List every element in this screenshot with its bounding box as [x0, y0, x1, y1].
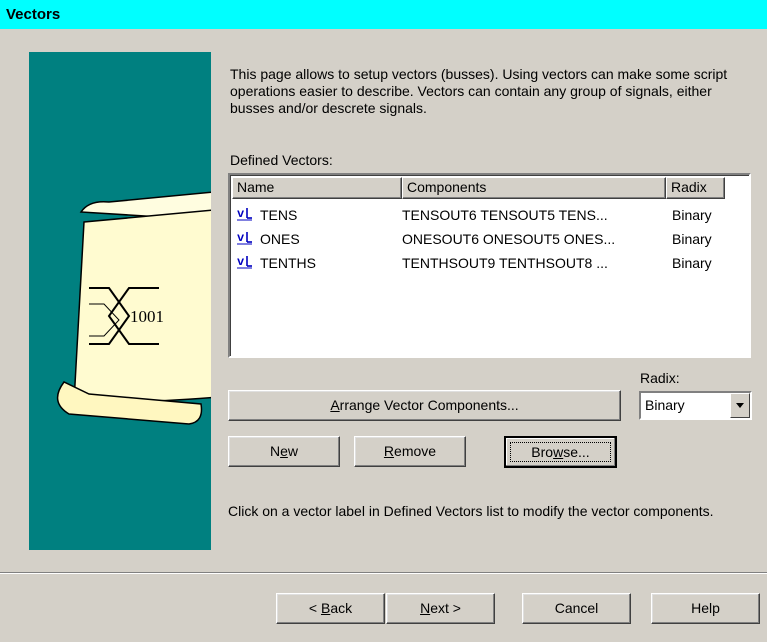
svg-text:v: v [237, 255, 244, 269]
button-label: ack [330, 600, 353, 616]
svg-text:v: v [237, 207, 244, 221]
vector-name[interactable]: TENTHS [260, 255, 316, 271]
vector-radix: Binary [672, 231, 712, 247]
separator [0, 572, 767, 574]
radix-select[interactable]: Binary [639, 391, 752, 420]
chevron-down-icon[interactable] [730, 393, 750, 418]
browse-button[interactable]: Browse... [504, 436, 617, 468]
column-header-radix[interactable]: Radix [666, 177, 725, 199]
accel-letter: N [420, 600, 431, 616]
next-button[interactable]: Next > [386, 593, 495, 624]
wizard-banner: 1001 [29, 52, 211, 550]
accel-letter: A [330, 397, 340, 413]
button-label: w [287, 443, 299, 459]
vector-name[interactable]: ONES [260, 231, 300, 247]
hint-text: Click on a vector label in Defined Vecto… [228, 503, 714, 519]
column-header-name[interactable]: Name [232, 177, 402, 199]
column-header-components[interactable]: Components [402, 177, 666, 199]
vector-icon: v [237, 231, 252, 245]
vector-components: ONESOUT6 ONESOUT5 ONES... [402, 231, 616, 247]
button-label: ext > [430, 600, 461, 616]
cancel-button[interactable]: Cancel [522, 593, 631, 624]
remove-button[interactable]: Remove [354, 436, 466, 467]
logo-text: 1001 [130, 307, 164, 326]
accel-letter: R [383, 443, 395, 459]
vector-components: TENSOUT6 TENSOUT5 TENS... [402, 207, 608, 223]
vector-icon: v [237, 207, 252, 221]
intro-text: This page allows to setup vectors (busse… [230, 66, 728, 116]
accel-letter: e [280, 443, 288, 459]
button-label: < [308, 600, 321, 616]
defined-vectors-label: Defined Vectors: [230, 152, 333, 168]
new-button[interactable]: New [228, 436, 340, 467]
vector-radix: Binary [672, 255, 712, 271]
list-header: Name Components Radix [232, 177, 751, 199]
button-label: Cancel [554, 600, 599, 616]
help-button[interactable]: Help [651, 593, 760, 624]
vector-radix: Binary [672, 207, 712, 223]
button-label: Help [691, 600, 720, 616]
back-button[interactable]: < Back [276, 593, 385, 624]
vector-components: TENTHSOUT9 TENTHSOUT8 ... [402, 255, 608, 271]
vector-icon: v [237, 255, 252, 269]
radix-label: Radix: [640, 370, 680, 386]
arrange-vector-components-button[interactable]: Arrange Vector Components... [228, 390, 621, 421]
radix-value: Binary [645, 397, 685, 413]
svg-text:v: v [237, 231, 244, 245]
table-row[interactable]: v TENTHS TENTHSOUT9 TENTHSOUT8 ... Binar… [232, 251, 747, 275]
title-bar: Vectors [0, 0, 767, 29]
focus-rect [510, 442, 611, 462]
defined-vectors-list[interactable]: Name Components Radix v TENS TENSOUT6 TE… [228, 173, 751, 358]
vector-name[interactable]: TENS [260, 207, 297, 223]
scroll-logo-icon: 1001 [56, 191, 211, 425]
table-row[interactable]: v ONES ONESOUT6 ONESOUT5 ONES... Binary [232, 227, 747, 251]
button-label: rrange Vector Components... [339, 397, 519, 413]
button-label: emove [394, 443, 437, 459]
window-title: Vectors [6, 6, 61, 23]
button-label: N [269, 443, 281, 459]
accel-letter: B [320, 600, 331, 616]
table-row[interactable]: v TENS TENSOUT6 TENSOUT5 TENS... Binary [232, 203, 747, 227]
